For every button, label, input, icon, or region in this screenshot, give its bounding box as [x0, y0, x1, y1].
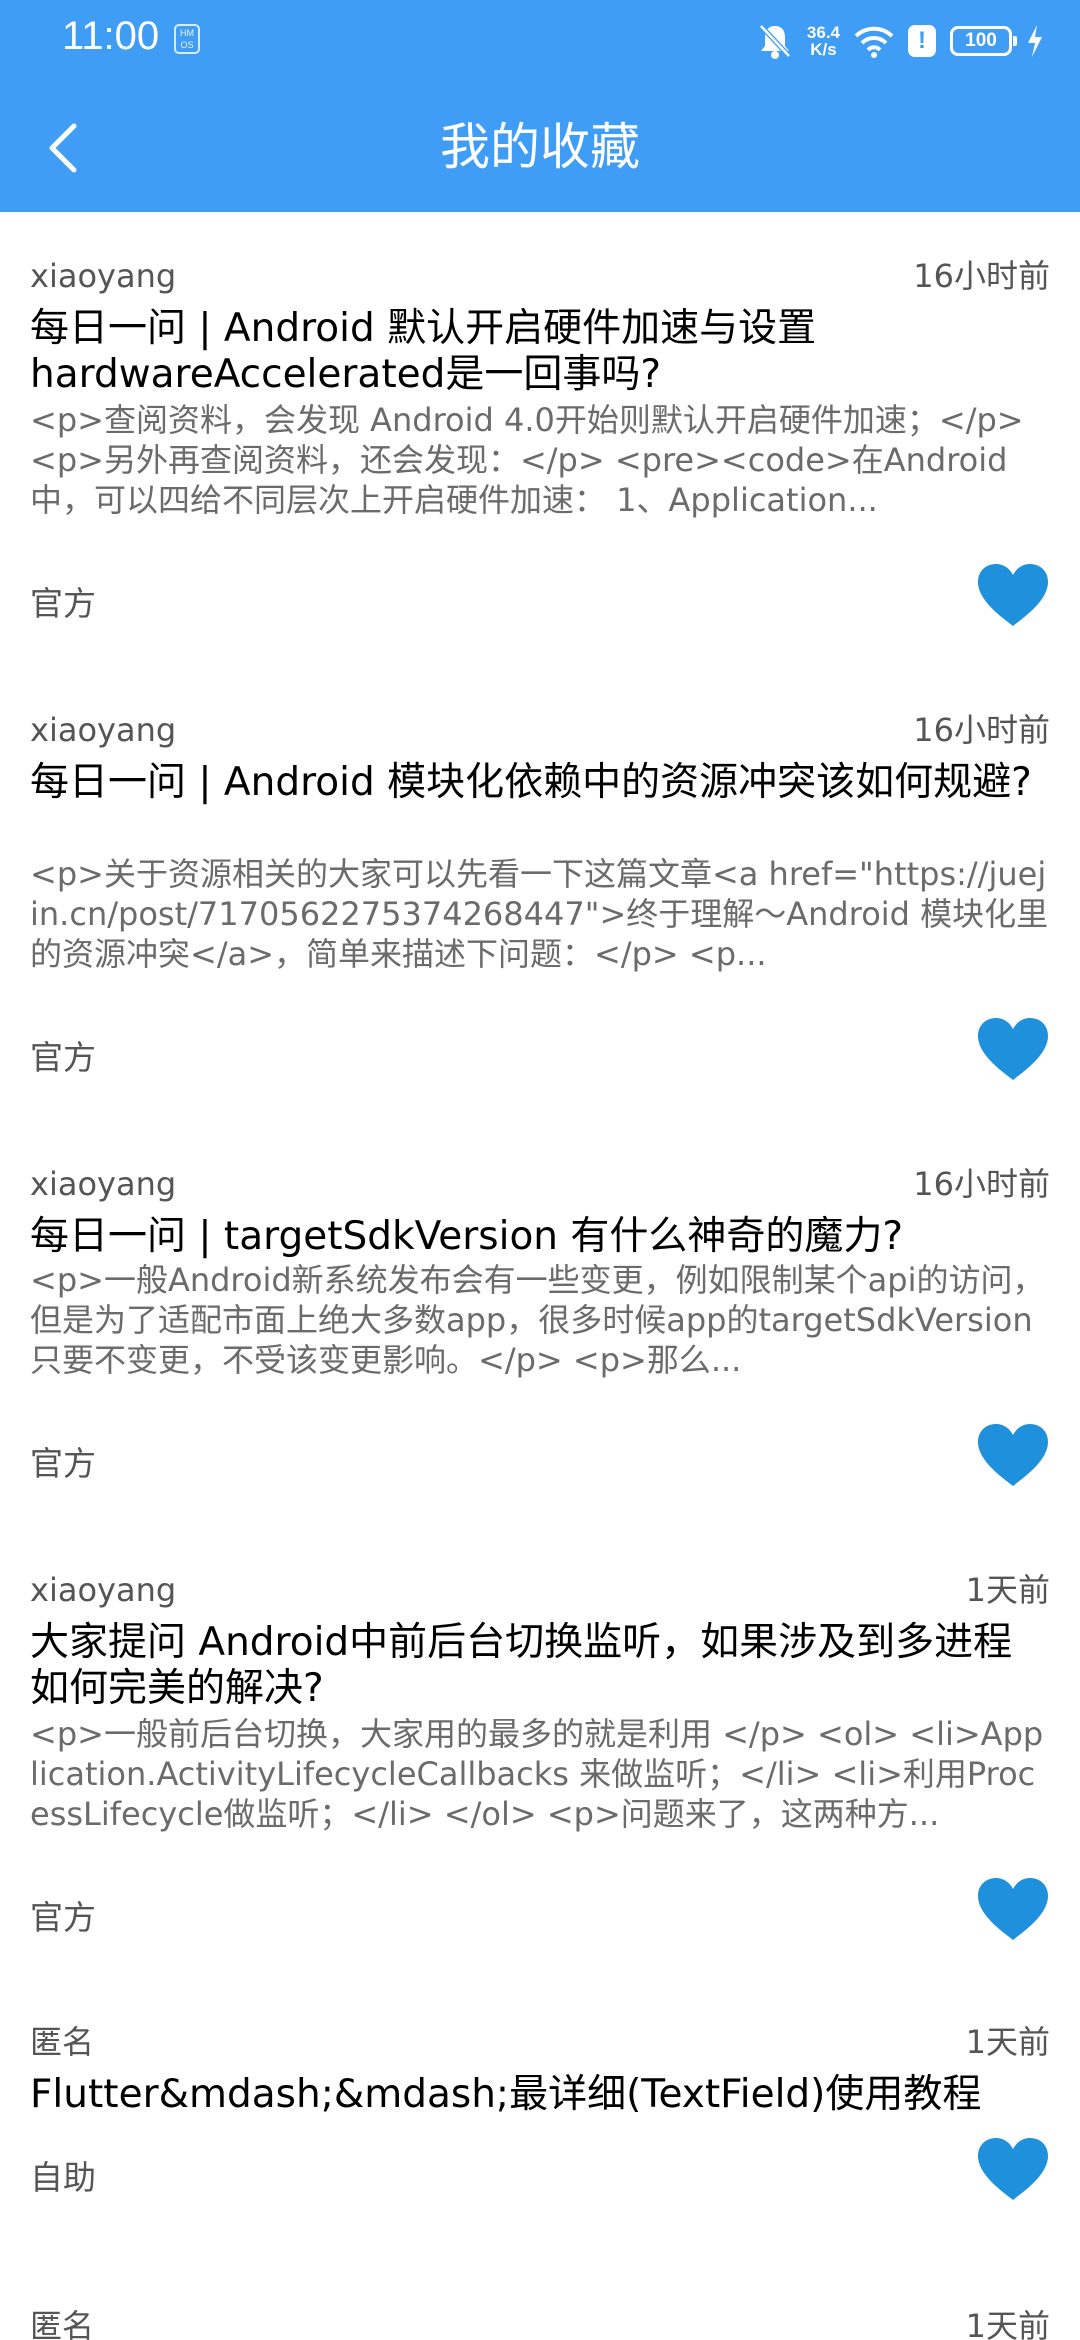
item-author[interactable]: 匿名 [30, 2306, 94, 2340]
item-tag: 官方 [30, 1444, 96, 1483]
item-tag: 官方 [30, 584, 96, 623]
item-title[interactable]: 每日一问 | Android 默认开启硬件加速与设置 hardwareAccel… [30, 306, 1050, 398]
item-title[interactable]: 每日一问 | targetSdkVersion 有什么神奇的魔力? [30, 1214, 1050, 1260]
bell-off-icon [759, 24, 791, 59]
battery-icon: 100 [950, 26, 1017, 56]
wifi-icon [854, 26, 894, 58]
item-content: <p>关于资源相关的大家可以先看一下这篇文章<a href="https://j… [30, 855, 1049, 973]
item-author[interactable]: 匿名 [30, 2022, 94, 2062]
item-time: 1天前 [965, 2023, 1050, 2061]
item-time: 16小时前 [913, 257, 1050, 295]
item-time: 1天前 [965, 1571, 1050, 1609]
item-content: <p>一般前后台切换，大家用的最多的就是利用 </p> <ol> <li>App… [30, 1715, 1044, 1833]
network-speed: 36.4 K/s [806, 23, 840, 59]
item-tag: 官方 [30, 1898, 96, 1937]
item-title[interactable]: 每日一问 | Android 模块化依赖中的资源冲突该如何规避? [30, 760, 1050, 806]
status-bar: 11:00 HM OS 36.4 K/s ! 100 [0, 0, 1080, 80]
heart-icon[interactable] [976, 562, 1050, 628]
alert-icon: ! [908, 25, 936, 57]
status-icons: 36.4 K/s ! 100 [757, 18, 1044, 64]
list-item[interactable]: xiaoyang 16小时前 每日一问 | Android 模块化依赖中的资源冲… [0, 710, 1080, 1130]
heart-icon[interactable] [976, 1422, 1050, 1488]
item-tag: 自助 [30, 2158, 96, 2197]
list-item[interactable]: xiaoyang 16小时前 每日一问 | targetSdkVersion 有… [0, 1164, 1080, 1544]
item-author[interactable]: xiaoyang [30, 1570, 176, 1610]
heart-icon[interactable] [976, 1016, 1050, 1082]
item-author[interactable]: xiaoyang [30, 256, 176, 296]
item-time: 1天前 [965, 2307, 1050, 2340]
item-author[interactable]: xiaoyang [30, 710, 176, 750]
item-time: 16小时前 [913, 1165, 1050, 1203]
app-header: 11:00 HM OS 36.4 K/s ! 100 我的收藏 [0, 0, 1080, 212]
list-item[interactable]: xiaoyang 1天前 大家提问 Android中前后台切换监听，如果涉及到多… [0, 1570, 1080, 1990]
heart-icon[interactable] [976, 2136, 1050, 2202]
list-item[interactable]: 匿名 1天前 [0, 2306, 1080, 2340]
item-content: <p>查阅资料，会发现 Android 4.0开始则默认开启硬件加速；</p> … [30, 401, 1024, 519]
hmos-badge: HM OS [174, 24, 200, 54]
heart-icon[interactable] [976, 1876, 1050, 1942]
item-title[interactable]: Flutter&mdash;&mdash;最详细(TextField)使用教程 [30, 2072, 1050, 2118]
item-tag: 官方 [30, 1038, 96, 1077]
item-author[interactable]: xiaoyang [30, 1164, 176, 1204]
item-time: 16小时前 [913, 711, 1050, 749]
status-time: 11:00 [62, 14, 160, 58]
item-title[interactable]: 大家提问 Android中前后台切换监听，如果涉及到多进程如何完美的解决? [30, 1620, 1050, 1712]
page-title: 我的收藏 [440, 118, 640, 176]
charging-icon [1028, 25, 1042, 57]
list-item[interactable]: 匿名 1天前 Flutter&mdash;&mdash;最详细(TextFiel… [0, 2022, 1080, 2282]
list-item[interactable]: xiaoyang 16小时前 每日一问 | Android 默认开启硬件加速与设… [0, 256, 1080, 676]
item-content: <p>一般Android新系统发布会有一些变更，例如限制某个api的访问，但是为… [30, 1261, 1045, 1379]
